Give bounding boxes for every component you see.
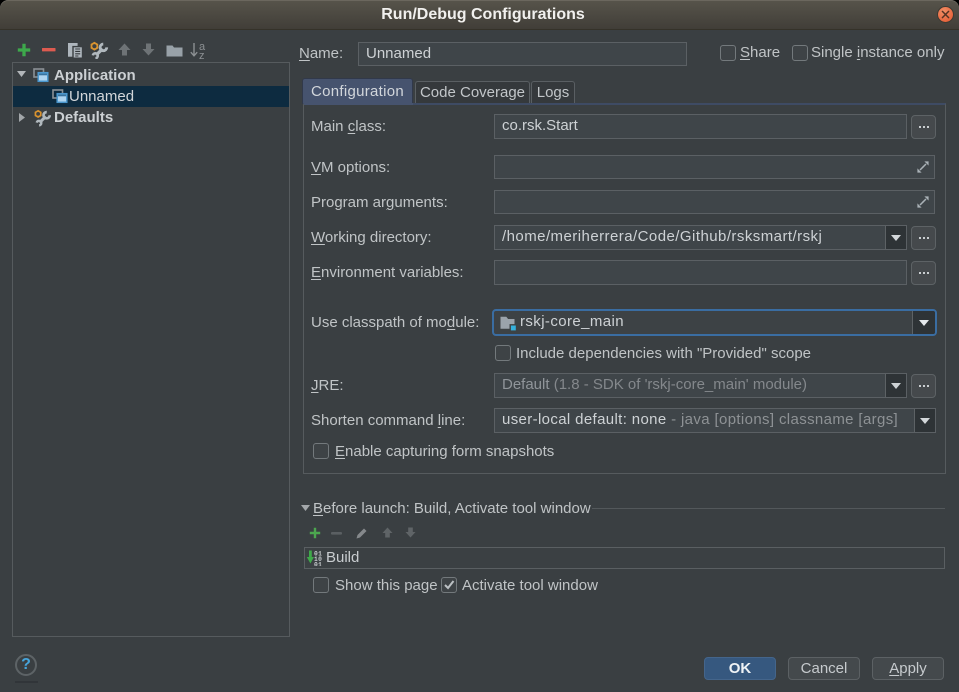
svg-text:z: z — [199, 50, 205, 60]
svg-text:01: 01 — [314, 562, 322, 567]
